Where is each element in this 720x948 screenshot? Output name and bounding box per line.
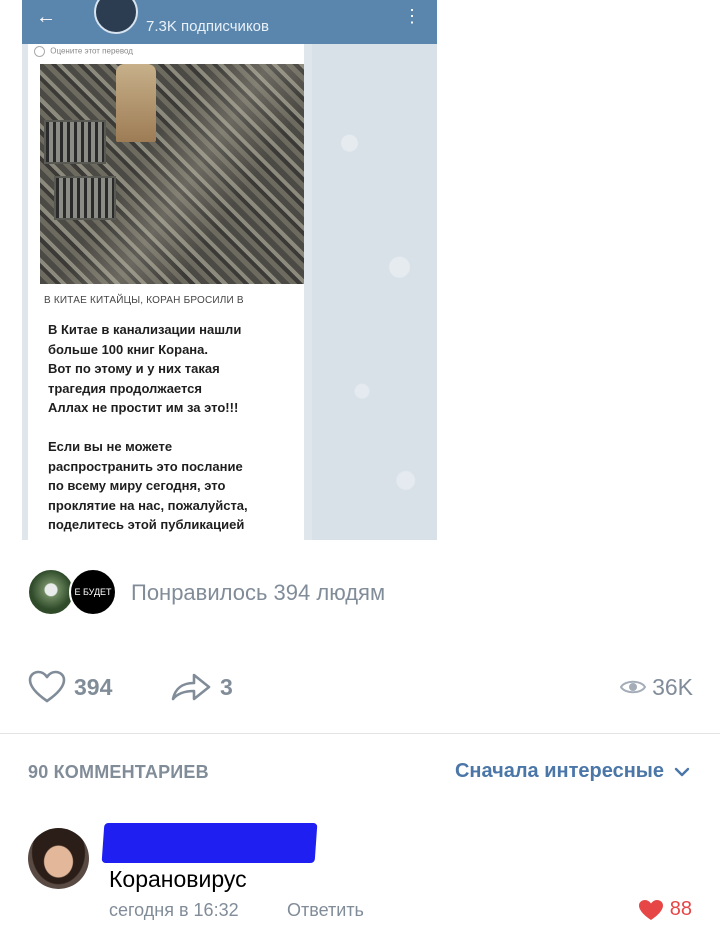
telegram-header: ← 7.3K подписчиков ⋮ <box>22 0 437 44</box>
comment-likes-count: 88 <box>669 898 692 920</box>
heart-outline-icon <box>28 670 66 703</box>
more-menu-icon: ⋮ <box>403 6 421 26</box>
like-button[interactable]: 394 <box>28 670 112 704</box>
translate-hint-text: Оцените этот перевод <box>50 46 133 56</box>
message-caption: В КИТАЕ КИТАЙЦЫ, КОРАН БРОСИЛИ В <box>44 295 244 306</box>
post-image[interactable]: ← 7.3K подписчиков ⋮ Оцените этот перево… <box>22 0 437 540</box>
comment-time: сегодня в 16:32 <box>109 900 239 920</box>
chat-background <box>312 44 437 540</box>
message-photo <box>40 64 304 284</box>
comments-count: 90 КОММЕНТАРИЕВ <box>28 762 209 782</box>
subscribers-count: 7.3K подписчиков <box>146 18 269 35</box>
gear-icon <box>34 46 45 57</box>
comment-text: Кoрановирус <box>109 866 247 892</box>
divider <box>0 733 720 734</box>
liked-by-text[interactable]: Понравилось 394 людям <box>131 580 385 606</box>
views-count: 36K <box>652 673 693 700</box>
views-counter: 36K <box>620 670 693 704</box>
back-arrow-icon: ← <box>36 6 56 28</box>
sort-label: Сначала интересные <box>454 760 664 782</box>
likes-count: 394 <box>74 673 113 700</box>
heart-filled-icon <box>638 899 663 920</box>
reply-button[interactable]: Ответить <box>287 900 364 921</box>
translate-hint: Оцените этот перевод <box>34 46 133 57</box>
chevron-down-icon <box>674 767 690 776</box>
sort-dropdown[interactable]: Сначала интересные <box>455 760 690 783</box>
redacted-author-name <box>101 823 318 863</box>
comment-like-button[interactable]: 88 <box>638 898 692 921</box>
avatar[interactable] <box>28 828 89 889</box>
channel-avatar <box>94 0 138 34</box>
share-button[interactable]: 3 <box>170 670 233 704</box>
photo-person <box>116 64 156 142</box>
share-arrow-icon <box>171 673 211 701</box>
avatar[interactable] <box>27 568 75 616</box>
photo-grate <box>44 120 106 164</box>
telegram-message: Оцените этот перевод В КИТАЕ КИТАЙЦЫ, КО… <box>28 44 304 540</box>
photo-grate <box>54 176 116 220</box>
eye-icon <box>620 680 647 694</box>
shares-count: 3 <box>220 673 233 700</box>
avatar[interactable]: Е БУДЕТ <box>69 568 117 616</box>
message-text: В Китае в канализации нашли больше 100 к… <box>48 322 248 532</box>
